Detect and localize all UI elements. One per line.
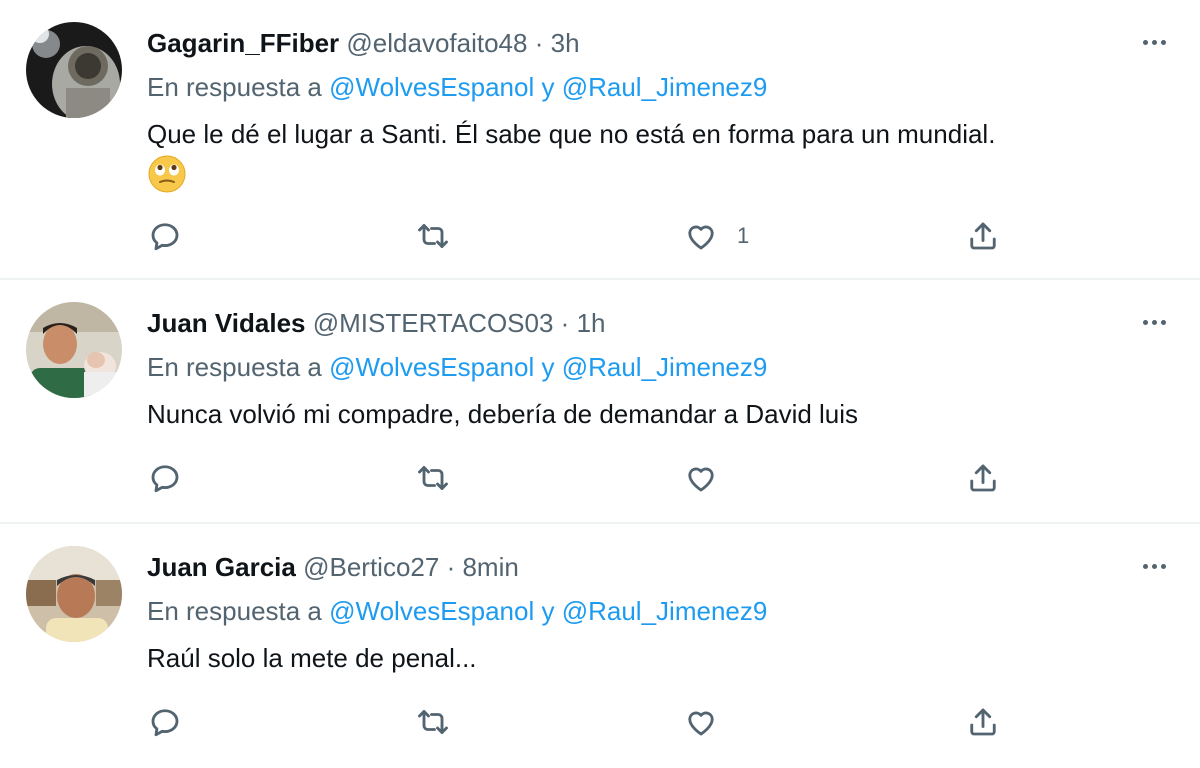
tweet-actions [147,700,1027,744]
tweet-actions: 1 [147,214,1027,258]
mention-link[interactable]: @Raul_Jimenez9 [562,352,768,382]
reply-button[interactable] [147,214,183,258]
like-button[interactable]: 1 [683,214,749,258]
mention-link[interactable]: @WolvesEspanol [329,352,534,382]
heart-icon [688,467,714,492]
mention-link[interactable]: @WolvesEspanol [329,596,534,626]
more-dots-icon [1142,563,1148,569]
separator-dot: · [560,308,570,338]
reply-button[interactable] [147,700,183,744]
tweet-header: Juan Vidales @MISTERTACOS03 · 1h [147,308,606,338]
timestamp[interactable]: 8min [462,552,518,582]
share-button[interactable] [965,456,1001,500]
more-options-button[interactable] [1136,548,1172,584]
emoji [148,155,186,193]
share-upload-icon [970,222,996,250]
tweet-header: Gagarin_FFiber @eldavofaito48 · 3h [147,28,580,58]
retweet-button[interactable] [415,700,451,744]
reply-prefix: En respuesta a [147,72,322,102]
reply-bubble-icon [151,709,179,737]
like-button[interactable] [683,456,719,500]
reply-context: En respuesta a @WolvesEspanol y @Raul_Ji… [147,596,767,626]
separator-dot: · [446,552,456,582]
timestamp[interactable]: 3h [551,28,580,58]
reply-prefix: En respuesta a [147,596,322,626]
avatar[interactable] [26,546,122,642]
reply-bubble-icon [151,223,179,251]
mention-conjunction: y [541,352,555,382]
more-dots-icon [1142,319,1148,325]
reply-bubble-icon [151,465,179,493]
more-dots-icon [1142,39,1148,45]
reply-feed: Gagarin_FFiber @eldavofaito48 · 3h En re… [0,0,1200,768]
share-button[interactable] [965,214,1001,258]
retweet-button[interactable] [415,214,451,258]
more-options-button[interactable] [1136,304,1172,340]
mention-conjunction: y [541,596,555,626]
mention-link[interactable]: @WolvesEspanol [329,72,534,102]
display-name[interactable]: Gagarin_FFiber [147,28,339,58]
user-handle[interactable]: @Bertico27 [303,552,439,582]
share-upload-icon [970,708,996,736]
like-count: 1 [737,223,750,248]
user-handle[interactable]: @eldavofaito48 [346,28,527,58]
tweet-text: Que le dé el lugar a Santi. Él sabe que … [147,119,996,149]
display-name[interactable]: Juan Vidales [147,308,306,338]
tweet[interactable]: Juan Vidales @MISTERTACOS03 · 1h En resp… [0,280,1200,524]
timestamp[interactable]: 1h [577,308,606,338]
tweet[interactable]: Gagarin_FFiber @eldavofaito48 · 3h En re… [0,0,1200,280]
tweet-actions [147,456,1027,500]
mention-link[interactable]: @Raul_Jimenez9 [562,596,768,626]
retweet-button[interactable] [415,456,451,500]
display-name[interactable]: Juan Garcia [147,552,296,582]
avatar[interactable] [26,22,122,118]
like-button[interactable] [683,700,719,744]
avatar[interactable] [26,302,122,398]
face-with-rolling-eyes-emoji [147,154,187,199]
tweet-text: Raúl solo la mete de penal... [147,643,477,673]
tweet-header: Juan Garcia @Bertico27 · 8min [147,552,519,582]
share-button[interactable] [965,700,1001,744]
reply-prefix: En respuesta a [147,352,322,382]
user-handle[interactable]: @MISTERTACOS03 [313,308,554,338]
retweet-icon [418,224,448,248]
tweet-text: Nunca volvió mi compadre, debería de dem… [147,399,859,429]
retweet-icon [418,710,448,734]
share-upload-icon [970,464,996,492]
heart-icon [688,711,714,736]
heart-icon [688,225,714,250]
retweet-icon [418,466,448,490]
mention-conjunction: y [541,72,555,102]
mention-link[interactable]: @Raul_Jimenez9 [562,72,768,102]
reply-context: En respuesta a @WolvesEspanol y @Raul_Ji… [147,352,767,382]
reply-button[interactable] [147,456,183,500]
more-options-button[interactable] [1136,24,1172,60]
reply-context: En respuesta a @WolvesEspanol y @Raul_Ji… [147,72,767,102]
tweet[interactable]: Juan Garcia @Bertico27 · 8min En respues… [0,524,1200,768]
separator-dot: · [534,28,544,58]
